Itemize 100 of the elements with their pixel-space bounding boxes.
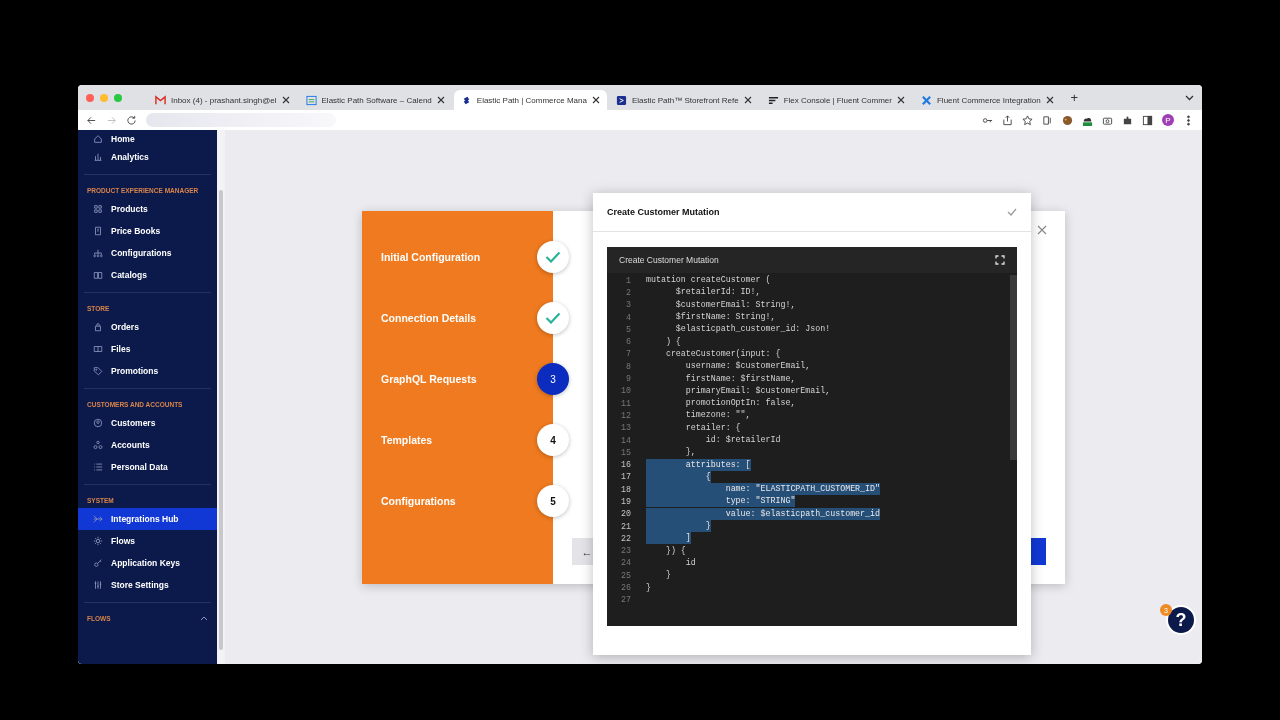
sidebar-item[interactable]: Price Books	[78, 220, 217, 242]
sidebar-item[interactable]: Promotions	[78, 360, 217, 382]
line-number: 18	[620, 484, 631, 494]
step-indicator: 5	[537, 485, 569, 517]
code-line: }	[664, 569, 671, 582]
favicon-icon	[155, 94, 166, 106]
code-line: ) {	[664, 335, 681, 348]
chevron-up-icon[interactable]	[200, 616, 208, 621]
browser-tab[interactable]: Inbox (4) - prashant.singh@el	[148, 90, 297, 110]
dialog-title: Create Customer Mutation	[607, 207, 720, 217]
grid-icon	[93, 204, 103, 214]
close-icon[interactable]	[1045, 96, 1054, 104]
merge-arrow-icon	[93, 514, 103, 524]
browser-tab[interactable]: Elastic Path | Commerce Mana	[453, 90, 607, 110]
close-icon[interactable]	[591, 96, 600, 104]
check-icon	[545, 251, 561, 263]
sliders-icon	[93, 580, 103, 590]
sidebar-item[interactable]: Files	[78, 338, 217, 360]
browser-tab[interactable]: Flex Console | Fluent Commer	[760, 90, 912, 110]
favicon-icon	[921, 94, 932, 106]
line-number: 23	[620, 546, 631, 556]
close-icon[interactable]	[897, 96, 905, 104]
code-line: },	[684, 446, 696, 459]
browser-tab[interactable]: Elastic Path™ Storefront Refe	[608, 90, 759, 110]
sidebar-item[interactable]: Integrations Hub	[78, 508, 217, 530]
puzzle-icon	[1122, 114, 1133, 126]
code-line: $firstName: String!,	[674, 311, 776, 324]
step-indicator: 4	[537, 424, 569, 456]
close-icon[interactable]	[436, 96, 445, 104]
line-number: 19	[620, 497, 631, 506]
line-number: 20	[620, 509, 631, 519]
line-number: 6	[625, 337, 631, 347]
code-line: $customerEmail: String!,	[674, 298, 796, 311]
cookie-icon	[1062, 114, 1073, 126]
reload-icon	[126, 114, 137, 126]
code-line: username: $customerEmail,	[684, 360, 811, 373]
scrollbar[interactable]	[217, 130, 225, 664]
line-number: 24	[620, 558, 631, 568]
line-number: 12	[620, 410, 631, 420]
line-number: 4	[625, 312, 631, 322]
lock-icon	[93, 322, 103, 332]
line-number: 10	[620, 386, 631, 396]
sidebar-item[interactable]: Application Keys	[78, 552, 217, 574]
tag-icon	[93, 366, 103, 376]
line-number: 9	[625, 374, 631, 383]
code-line: }	[646, 581, 651, 594]
sidebar-item[interactable]: Products	[78, 198, 217, 220]
sidebar-item[interactable]: Accounts	[78, 434, 217, 456]
step-indicator: 3	[537, 363, 569, 395]
star-icon	[1022, 114, 1033, 126]
bar-chart-icon	[93, 152, 103, 162]
browser-tab[interactable]: Elastic Path Software – Calend	[298, 90, 452, 110]
line-number: 13	[620, 423, 631, 433]
fullscreen-icon[interactable]	[995, 255, 1005, 265]
line-number: 25	[620, 570, 631, 580]
check-icon[interactable]	[1007, 208, 1017, 216]
code-line: timezone: "",	[684, 409, 751, 422]
line-number: 14	[620, 435, 631, 445]
code-editor[interactable]	[607, 247, 1017, 626]
sidebar-item[interactable]: Store Settings	[78, 574, 217, 596]
sidebar-item[interactable]: Catalogs	[78, 264, 217, 286]
code-line: }) {	[664, 544, 686, 557]
profile-avatar[interactable]: P	[1162, 114, 1174, 126]
sidebar-item[interactable]: Home	[78, 132, 217, 146]
line-number: 7	[625, 349, 631, 359]
chevron-down-icon[interactable]	[1185, 94, 1194, 101]
folder-icon	[93, 344, 103, 354]
browser-tab[interactable]: Fluent Commerce Integration	[914, 90, 1061, 110]
line-number: 21	[620, 521, 631, 531]
sidebar-item[interactable]: Personal Data	[78, 456, 217, 478]
sidebar-item[interactable]: Flows	[78, 530, 217, 552]
favicon-icon	[305, 94, 317, 106]
settings-icon	[93, 536, 103, 546]
scrollbar[interactable]	[1010, 275, 1017, 460]
code-line: $elasticpath_customer_id: Json!	[674, 323, 831, 336]
code-line: firstName: $firstName,	[684, 372, 796, 385]
people-icon	[93, 440, 103, 450]
line-number: 1	[625, 275, 631, 285]
line-number: 2	[625, 287, 631, 297]
sidebar-item[interactable]: Analytics	[78, 146, 217, 168]
sidebar-item[interactable]: Orders	[78, 316, 217, 338]
code-line: $retailerId: ID!,	[674, 286, 761, 299]
book-icon	[93, 226, 103, 236]
list-icon	[93, 462, 103, 472]
new-tab-button[interactable]: +	[1070, 90, 1079, 105]
share-icon	[1002, 114, 1013, 126]
sidebar-item[interactable]: Customers	[78, 412, 217, 434]
code-line: id: $retailerId	[704, 434, 781, 446]
forward-icon	[106, 114, 117, 126]
key-icon	[93, 558, 103, 568]
home-icon	[93, 134, 103, 144]
code-line: id	[684, 556, 696, 569]
close-icon[interactable]	[743, 96, 752, 104]
sidebar-item[interactable]: Configurations	[78, 242, 217, 264]
code-line: createCustomer(input: {	[664, 347, 781, 360]
code-line: primaryEmail: $customerEmail,	[684, 384, 831, 397]
line-number: 3	[625, 300, 631, 310]
line-number: 8	[625, 361, 631, 371]
favicon-icon	[767, 94, 779, 106]
close-icon[interactable]	[281, 96, 290, 104]
